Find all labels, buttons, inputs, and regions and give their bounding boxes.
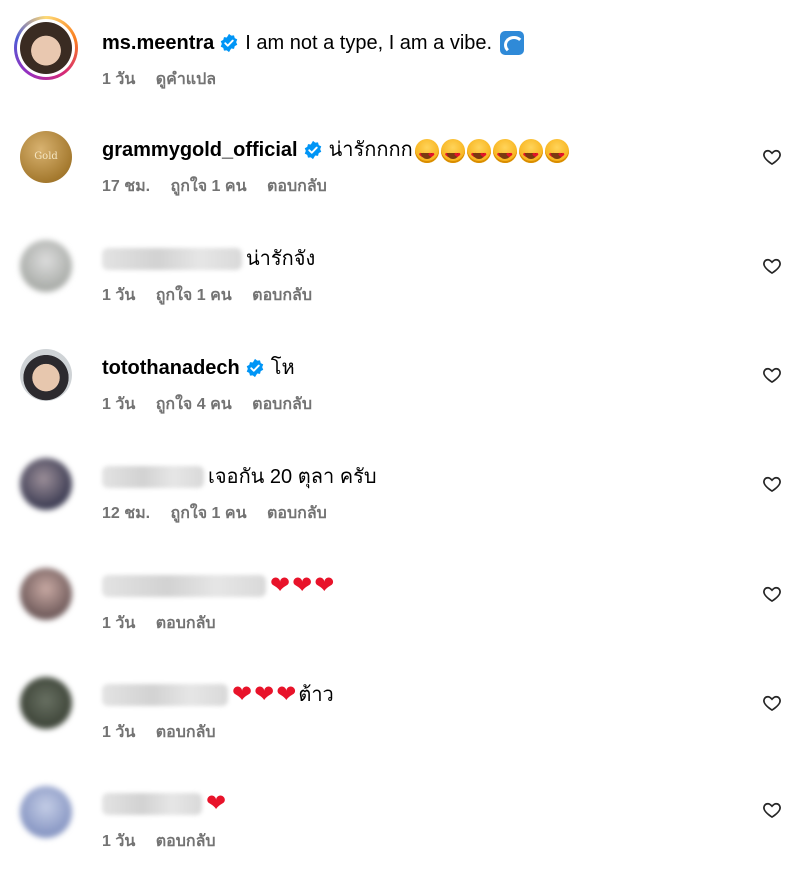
reply-button[interactable]: ตอบกลับ [156, 615, 216, 632]
blurred-username[interactable] [102, 793, 202, 815]
reply-button[interactable]: ตอบกลับ [267, 505, 327, 522]
comment-row: น่ารักจัง 1 วัน ถูกใจ 1 คน ตอบกลับ [0, 238, 800, 338]
like-heart-icon[interactable] [762, 584, 782, 604]
comment-time[interactable]: 1 วัน [102, 287, 135, 304]
avatar[interactable] [20, 349, 72, 401]
comment-row: เจอกัน 20 ตุลา ครับ 12 ชม. ถูกใจ 1 คน ตอ… [0, 456, 800, 556]
avatar[interactable] [20, 786, 72, 838]
translate-link[interactable]: ดูคำแปล [156, 71, 216, 88]
avatar[interactable] [14, 16, 78, 80]
comment-row: Gold grammygold_official น่ารักกกก 17 ชม… [0, 129, 800, 229]
red-heart-emoji: ❤❤❤ [270, 571, 335, 599]
like-heart-icon[interactable] [762, 693, 782, 713]
verified-badge-icon [304, 140, 321, 160]
like-heart-icon[interactable] [762, 365, 782, 385]
like-heart-icon[interactable] [762, 800, 782, 820]
avatar[interactable] [20, 458, 72, 510]
blurred-username[interactable] [102, 684, 228, 706]
like-heart-icon[interactable] [762, 147, 782, 167]
verified-badge-icon [246, 358, 264, 378]
avatar[interactable] [20, 568, 72, 620]
comment-time[interactable]: 17 ชม. [102, 178, 150, 195]
red-heart-emoji: ❤ [206, 789, 227, 817]
like-heart-icon[interactable] [762, 256, 782, 276]
comment-text: เจอกัน 20 ตุลา ครับ [208, 466, 377, 488]
reply-button[interactable]: ตอบกลับ [267, 178, 327, 195]
heart-eyes-face-emoji [414, 137, 571, 169]
reply-button[interactable]: ตอบกลับ [156, 833, 216, 850]
post-time[interactable]: 1 วัน [102, 71, 135, 88]
comment-likes[interactable]: ถูกใจ 4 คน [156, 396, 232, 413]
comment-row: ❤❤❤ ต้าว 1 วัน ตอบกลับ [0, 675, 800, 775]
red-heart-emoji: ❤❤❤ [232, 680, 297, 708]
blurred-username[interactable] [102, 248, 242, 270]
blurred-username[interactable] [102, 575, 266, 597]
avatar[interactable] [20, 677, 72, 729]
comment-row: totothanadech โห 1 วัน ถูกใจ 4 คน ตอบกลั… [0, 347, 800, 447]
comment-row: ❤❤❤ 1 วัน ตอบกลับ [0, 566, 800, 666]
post-username[interactable]: ms.meentra [102, 30, 214, 56]
comment-time[interactable]: 12 ชม. [102, 505, 150, 522]
comment-username[interactable]: grammygold_official [102, 137, 298, 163]
post-caption-row: ms.meentra I am not a type, I am a vibe.… [0, 12, 800, 112]
post-caption: I am not a type, I am a vibe. [245, 32, 493, 54]
comment-time[interactable]: 1 วัน [102, 615, 135, 632]
comment-likes[interactable]: ถูกใจ 1 คน [156, 287, 232, 304]
comment-time[interactable]: 1 วัน [102, 724, 135, 741]
comment-username[interactable]: totothanadech [102, 355, 240, 381]
comment-text: ต้าว [298, 684, 334, 706]
comment-text: น่ารักกกก [328, 139, 413, 161]
comment-text: น่ารักจัง [246, 248, 316, 270]
wave-emoji [500, 31, 525, 55]
reply-button[interactable]: ตอบกลับ [252, 396, 312, 413]
reply-button[interactable]: ตอบกลับ [156, 724, 216, 741]
comment-row: ❤ 1 วัน ตอบกลับ [0, 784, 800, 884]
reply-button[interactable]: ตอบกลับ [252, 287, 312, 304]
blurred-username[interactable] [102, 466, 204, 488]
comment-likes[interactable]: ถูกใจ 1 คน [171, 178, 247, 195]
comment-text: โห [270, 357, 295, 379]
comment-time[interactable]: 1 วัน [102, 396, 135, 413]
avatar[interactable]: Gold [20, 131, 72, 183]
verified-badge-icon [221, 33, 238, 53]
comment-likes[interactable]: ถูกใจ 1 คน [171, 505, 247, 522]
avatar[interactable] [20, 240, 72, 292]
like-heart-icon[interactable] [762, 474, 782, 494]
comment-time[interactable]: 1 วัน [102, 833, 135, 850]
